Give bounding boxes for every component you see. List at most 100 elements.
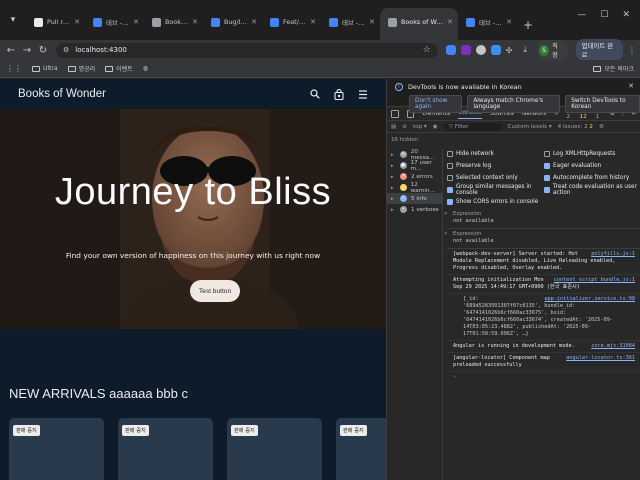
product-card[interactable]: 판매 중지 xyxy=(9,418,104,480)
tab-close-icon[interactable]: ✕ xyxy=(192,18,198,26)
inspect-icon[interactable] xyxy=(391,109,399,118)
product-card[interactable]: 판매 중지 xyxy=(118,418,213,480)
browser-tab[interactable]: Books of Wond ✕ xyxy=(380,8,458,40)
setting-checkbox[interactable]: Autocomplete from history xyxy=(544,173,640,183)
checkbox[interactable] xyxy=(544,175,550,181)
source-link[interactable]: angular-locator.ts:361 xyxy=(566,355,635,362)
banner-button[interactable]: Switch DevTools to Korean xyxy=(565,95,640,113)
expand-triangle-icon[interactable]: ▸ xyxy=(391,185,396,191)
checkbox[interactable] xyxy=(447,199,453,205)
browser-tab[interactable]: 태브 - Tesso ✕ xyxy=(85,8,144,40)
checkbox[interactable] xyxy=(447,175,453,181)
remove-expression-icon[interactable]: × xyxy=(444,211,447,218)
apps-icon[interactable]: ⋮⋮ xyxy=(6,64,22,73)
console-prompt[interactable]: › xyxy=(447,372,640,383)
checkbox[interactable] xyxy=(544,187,550,193)
kebab-menu-icon[interactable]: ⋮ xyxy=(628,46,636,55)
shopping-bag-icon[interactable] xyxy=(334,88,344,100)
tab-close-icon[interactable]: ✕ xyxy=(447,18,453,26)
sidebar-item[interactable]: ▸ ✕ 2 errors xyxy=(387,171,442,182)
extension-icon[interactable] xyxy=(460,45,471,55)
site-info-icon[interactable]: ⚙ xyxy=(63,46,69,54)
checkbox[interactable] xyxy=(544,151,550,157)
extension-icon[interactable] xyxy=(445,45,456,55)
source-link[interactable]: core.mjs:31084 xyxy=(591,343,635,350)
sidebar-item[interactable]: ▸ ● 17 user m… xyxy=(387,160,442,172)
bookmark-star-icon[interactable]: ☆ xyxy=(423,45,431,55)
tab-close-icon[interactable]: ✕ xyxy=(369,18,375,26)
tab-close-icon[interactable]: ✕ xyxy=(251,18,257,26)
extension-icon[interactable] xyxy=(475,45,486,55)
setting-checkbox[interactable]: Log XMLHttpRequests xyxy=(544,149,640,159)
log-levels-dropdown[interactable]: Custom levels ▾ xyxy=(508,124,552,130)
sidebar-item[interactable]: ▸ • 1 verbose xyxy=(387,204,442,215)
sidebar-item[interactable]: ▸ ≡ 20 messa… xyxy=(387,149,442,161)
new-tab-button[interactable]: + xyxy=(523,18,533,32)
extension-icon[interactable] xyxy=(490,45,501,55)
setting-checkbox[interactable]: Preserve log xyxy=(447,161,544,171)
back-icon[interactable]: ← xyxy=(4,43,18,57)
download-icon[interactable]: ⤓ xyxy=(523,45,527,55)
expression-label[interactable]: Expression xyxy=(453,231,635,238)
browser-tab[interactable]: Feat/bens cova ✕ xyxy=(262,8,321,40)
bookmark-item[interactable]: 명공리 xyxy=(67,64,95,73)
issues-button[interactable]: 4 Issues: 2 2 xyxy=(558,124,593,130)
browser-tab[interactable]: 태브 - Tesso ✕ xyxy=(458,8,517,40)
checkbox[interactable] xyxy=(544,163,550,169)
setting-checkbox[interactable]: Eager evaluation xyxy=(544,161,640,171)
expand-triangle-icon[interactable]: ▸ xyxy=(391,207,396,213)
update-button[interactable]: 업데이트 완료 xyxy=(575,39,623,61)
source-link[interactable]: app-initializer.service.ts:98 xyxy=(544,296,635,303)
source-link[interactable]: content_script_bundle.js:1 xyxy=(554,277,635,284)
tab-close-icon[interactable]: ✕ xyxy=(74,18,80,26)
setting-checkbox[interactable]: Show CORS errors in console xyxy=(447,197,544,207)
browser-tab[interactable]: Books of Wond ✕ xyxy=(144,8,203,40)
filter-input[interactable]: ▽ Filter xyxy=(443,122,502,131)
all-bookmarks[interactable]: 모든 북마크 xyxy=(593,64,634,73)
banner-button[interactable]: Don't show again xyxy=(409,95,463,113)
test-button[interactable]: Test button xyxy=(190,280,240,302)
expand-triangle-icon[interactable]: ▸ xyxy=(391,163,396,169)
expression-label[interactable]: Expression xyxy=(453,211,635,218)
banner-button[interactable]: Always match Chrome's language xyxy=(467,95,561,113)
clear-console-icon[interactable]: ⊘ xyxy=(402,124,407,130)
browser-tab[interactable]: Pull requests · ✕ xyxy=(26,8,85,40)
bookmark-item[interactable]: 이벤트 xyxy=(105,64,133,73)
brand-logo[interactable]: Books of Wonder xyxy=(18,88,106,100)
checkbox[interactable] xyxy=(447,187,453,193)
close-icon[interactable]: ✕ xyxy=(628,82,634,90)
maximize-icon[interactable]: ☐ xyxy=(600,10,608,20)
expand-triangle-icon[interactable]: ▸ xyxy=(391,174,396,180)
remove-expression-icon[interactable]: × xyxy=(444,231,447,238)
puzzle-icon[interactable]: ✣ xyxy=(506,46,513,55)
setting-checkbox[interactable]: Selected context only xyxy=(447,173,544,183)
tab-close-icon[interactable]: ✕ xyxy=(310,18,316,26)
expand-triangle-icon[interactable]: ▸ xyxy=(391,196,396,202)
sidebar-toggle-icon[interactable]: ▤ xyxy=(391,124,396,130)
source-link[interactable]: polyfills.js:1 xyxy=(591,251,635,258)
browser-tab[interactable]: 태브 - Tesso ✕ xyxy=(321,8,380,40)
eye-icon[interactable]: ◉ xyxy=(433,124,438,130)
browser-tab[interactable]: Bug/Issue Track✕ xyxy=(203,8,262,40)
context-selector[interactable]: top ▾ xyxy=(413,124,427,130)
product-card[interactable]: 판매 중지 xyxy=(336,418,386,480)
hamburger-menu-icon[interactable] xyxy=(358,89,368,99)
tab-close-icon[interactable]: ✕ xyxy=(506,18,512,26)
checkbox[interactable] xyxy=(447,163,453,169)
profile-button[interactable]: S 직장 xyxy=(536,40,568,60)
console-settings-icon[interactable]: ⚙ xyxy=(599,124,604,130)
bookmark-item[interactable]: Ultra xyxy=(32,65,58,72)
sidebar-item[interactable]: ▸! 12 warnin… xyxy=(387,182,442,194)
address-bar[interactable]: ⚙ localhost:4300 ☆ xyxy=(56,42,438,58)
bookmark-item[interactable]: ◍ xyxy=(143,65,151,72)
search-icon[interactable] xyxy=(310,89,320,99)
sidebar-item[interactable]: ▸ i 5 info xyxy=(387,193,442,204)
close-window-icon[interactable]: ✕ xyxy=(622,10,630,20)
product-card[interactable]: 판매 중지 xyxy=(227,418,322,480)
expand-triangle-icon[interactable]: ▸ xyxy=(391,152,396,158)
forward-icon[interactable]: → xyxy=(20,43,34,57)
tab-search-icon[interactable]: ▾ xyxy=(4,11,22,29)
setting-checkbox[interactable]: Group similar messages in console xyxy=(447,184,544,196)
checkbox[interactable] xyxy=(447,151,453,157)
reload-icon[interactable]: ↻ xyxy=(36,43,50,57)
